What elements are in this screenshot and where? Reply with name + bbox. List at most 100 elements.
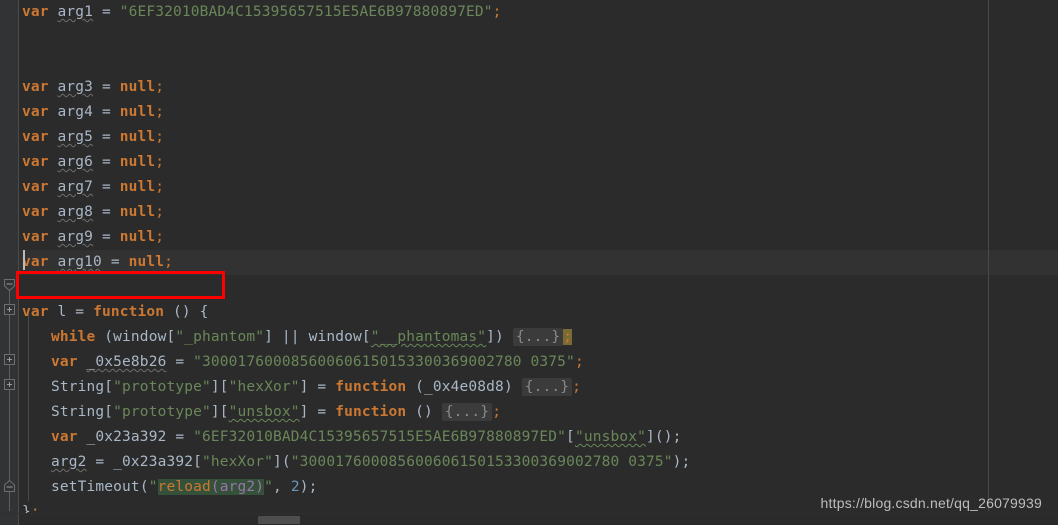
code-line[interactable]: var arg3 = null; — [22, 75, 164, 100]
code-token: "prototype" — [113, 404, 211, 420]
code-token: ; — [563, 329, 573, 345]
code-line[interactable]: String["prototype"]["unsbox"] = function… — [51, 400, 501, 425]
code-token: ] = — [299, 404, 336, 420]
code-token: arg3 — [57, 79, 94, 95]
code-token: () { — [164, 304, 209, 320]
code-line[interactable]: var _0x23a392 = "6EF32010BAD4C1539565751… — [51, 425, 682, 450]
code-token: "6EF32010BAD4C15395657515E5AE6B97880897E… — [119, 4, 493, 20]
code-token: = — [93, 104, 120, 120]
code-token: " — [264, 479, 274, 495]
code-token: null — [119, 129, 156, 145]
code-token: function — [335, 379, 407, 395]
code-token: ( — [406, 379, 425, 395]
code-token: var — [22, 154, 49, 170]
code-text-area[interactable]: var arg1 = "6EF32010BAD4C15395657515E5AE… — [0, 0, 1058, 520]
code-token: var — [22, 204, 49, 220]
code-line[interactable]: var l = function () { — [22, 300, 209, 325]
code-token: [ — [566, 429, 575, 445]
horizontal-scrollbar-track[interactable] — [19, 514, 1058, 525]
fold-expand-while-icon[interactable] — [4, 304, 15, 315]
code-token: = — [101, 254, 129, 270]
fold-collapse-end-icon[interactable] — [4, 477, 15, 492]
code-line[interactable]: arg2 = _0x23a392["hexXor"]("300017600085… — [51, 450, 690, 475]
watermark-text: https://blog.csdn.net/qq_26079939 — [820, 495, 1042, 511]
horizontal-scrollbar-thumb[interactable] — [258, 516, 300, 524]
code-token: ; — [492, 4, 502, 20]
code-token: () — [406, 404, 442, 420]
code-token: ; — [155, 229, 165, 245]
code-line[interactable]: var arg7 = null; — [22, 175, 164, 200]
code-token: "300017600085600606150153300369002780 03… — [290, 454, 673, 470]
code-line[interactable]: var arg9 = null; — [22, 225, 164, 250]
code-token: var — [22, 179, 49, 195]
code-line[interactable]: var arg1 = "6EF32010BAD4C15395657515E5AE… — [22, 0, 502, 25]
code-token: String — [51, 404, 105, 420]
code-line[interactable]: var arg6 = null; — [22, 150, 164, 175]
code-token: " — [148, 479, 158, 495]
code-token: _0x23a392 — [86, 429, 167, 445]
code-token: [ — [166, 329, 176, 345]
code-token: "unsbox" — [228, 404, 300, 420]
code-token: var — [22, 254, 49, 270]
code-token: var — [51, 429, 78, 445]
code-token: = — [93, 154, 120, 170]
code-token: ; — [574, 354, 584, 370]
code-token: "unsbox" — [574, 429, 646, 445]
code-token: var — [51, 354, 78, 370]
code-token: ; — [155, 179, 165, 195]
code-token: (arg2) — [210, 479, 265, 495]
code-token: ; — [164, 254, 173, 270]
code-token: _0x4e08d8 — [424, 379, 504, 395]
code-token: ][ — [210, 404, 229, 420]
text-caret — [23, 250, 25, 270]
code-token: ; — [155, 104, 165, 120]
code-token: function — [335, 404, 407, 420]
code-line[interactable]: var _0x5e8b26 = "30001760008560060615015… — [51, 350, 584, 375]
code-token: = — [86, 454, 114, 470]
fold-collapse-function-l-icon[interactable] — [4, 276, 15, 292]
code-line[interactable]: String["prototype"]["hexXor"] = function… — [51, 375, 581, 400]
code-token: _0x23a392 — [113, 454, 194, 470]
code-token: ][ — [210, 379, 229, 395]
code-token: null — [119, 154, 156, 170]
code-token: String — [51, 379, 105, 395]
code-token: ( — [139, 479, 149, 495]
code-line[interactable]: var arg8 = null; — [22, 200, 164, 225]
code-token: ); — [672, 454, 691, 470]
code-token: {...} — [521, 378, 573, 396]
code-token: ; — [492, 404, 502, 420]
code-token: null — [119, 229, 156, 245]
code-line[interactable]: var arg5 = null; — [22, 125, 164, 150]
code-token: ; — [572, 379, 581, 395]
code-token: window — [308, 329, 362, 345]
code-token: var — [22, 129, 49, 145]
code-line[interactable]: var arg10 = null; — [22, 250, 173, 275]
code-token: null — [128, 254, 165, 270]
code-token: ; — [155, 154, 165, 170]
fold-expand-hexxor-icon[interactable] — [4, 354, 15, 365]
code-token: var — [22, 4, 49, 20]
code-editor[interactable]: var arg1 = "6EF32010BAD4C15395657515E5AE… — [0, 0, 1058, 525]
code-token: ]) — [486, 329, 513, 345]
code-line[interactable]: setTimeout("reload(arg2)", 2); — [51, 475, 317, 500]
code-token: while — [51, 329, 96, 345]
code-token: arg9 — [57, 229, 94, 245]
code-token: "__phantomas" — [370, 329, 487, 345]
code-token: [ — [104, 404, 114, 420]
code-token: reload — [157, 479, 211, 495]
code-token: arg10 — [57, 254, 102, 270]
code-token: {...} — [512, 328, 564, 346]
code-line[interactable]: var arg4 = null; — [22, 100, 164, 125]
fold-expand-unsbox-icon[interactable] — [4, 379, 15, 390]
code-token: = — [93, 4, 120, 20]
code-line[interactable]: while (window["_phantom"] || window["__p… — [51, 325, 573, 350]
